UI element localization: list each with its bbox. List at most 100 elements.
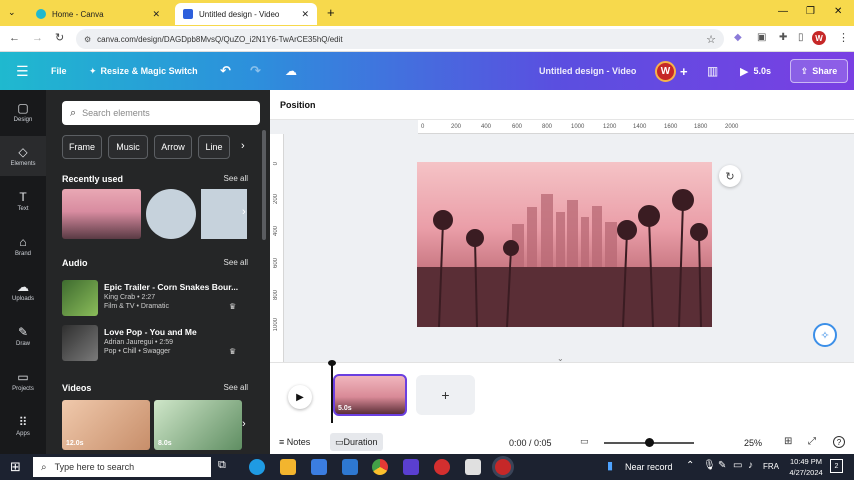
- video-thumbnail[interactable]: 8.0s: [154, 400, 242, 450]
- sidebar-icon[interactable]: ▯: [798, 32, 804, 43]
- tab-untitled-design[interactable]: Untitled design - Video ✕: [175, 3, 317, 25]
- panel-scrollbar[interactable]: [262, 130, 266, 240]
- share-button[interactable]: ⇪ Share: [790, 59, 848, 83]
- extensions-puzzle-icon[interactable]: ✚: [779, 32, 787, 43]
- tab-home-canva[interactable]: Home - Canva ✕: [28, 3, 168, 25]
- undo-icon[interactable]: ↶: [220, 52, 231, 90]
- add-collaborator-icon[interactable]: +: [680, 52, 688, 90]
- rail-item-brand[interactable]: ⌂ Brand: [0, 226, 46, 266]
- fit-timeline-icon[interactable]: ▭: [580, 436, 589, 447]
- taskbar-search-box[interactable]: ⌕ Type here to search: [33, 457, 211, 477]
- help-icon[interactable]: ?: [833, 436, 845, 448]
- extension-icon[interactable]: ◆: [734, 32, 742, 43]
- notifications-icon[interactable]: 2: [830, 459, 843, 473]
- clock-date[interactable]: 4/27/2024: [786, 468, 826, 477]
- audio-see-all[interactable]: See all: [224, 258, 248, 267]
- zoom-slider-knob[interactable]: [645, 438, 654, 447]
- recent-circle-shape[interactable]: [146, 189, 196, 239]
- restore-window-icon[interactable]: ❐: [806, 6, 815, 17]
- bookmark-star-icon[interactable]: ☆: [706, 33, 716, 46]
- back-icon[interactable]: ←: [9, 32, 20, 44]
- close-tab-icon[interactable]: ✕: [301, 9, 309, 20]
- rail-item-design[interactable]: ▢ Design: [0, 92, 46, 132]
- magic-assistant-icon[interactable]: ✧: [813, 323, 837, 347]
- play-preview-button[interactable]: ▶ 5.0s: [740, 52, 771, 90]
- tab-search-icon[interactable]: ⌄: [8, 7, 16, 18]
- volume-icon[interactable]: ♪: [748, 460, 753, 471]
- video-thumbnail[interactable]: 12.0s: [62, 400, 150, 450]
- language-indicator[interactable]: FRA: [763, 462, 779, 471]
- rail-item-apps[interactable]: ⠿ Apps: [0, 406, 46, 446]
- timeline-play-button[interactable]: ▶: [288, 385, 312, 409]
- add-page-button[interactable]: +: [416, 375, 475, 415]
- forward-icon[interactable]: →: [32, 32, 43, 44]
- chip-arrow[interactable]: Arrow: [154, 135, 192, 159]
- fullscreen-icon[interactable]: ⤢: [808, 436, 816, 447]
- search-elements-input[interactable]: ⌕ Search elements: [62, 101, 260, 125]
- design-canvas-image[interactable]: [417, 162, 712, 327]
- screenshot-extension-icon[interactable]: ▣: [757, 32, 766, 43]
- pen-icon[interactable]: ✎: [718, 460, 726, 471]
- videos-see-all[interactable]: See all: [224, 383, 248, 392]
- search-placeholder: Search elements: [82, 108, 150, 118]
- chip-frame[interactable]: Frame: [62, 135, 102, 159]
- insights-chart-icon[interactable]: ▥: [707, 52, 718, 90]
- rail-item-uploads[interactable]: ☁ Uploads: [0, 271, 46, 311]
- reload-icon[interactable]: ↻: [55, 31, 64, 44]
- calculator-icon[interactable]: [465, 459, 481, 475]
- playhead-handle[interactable]: [328, 360, 336, 366]
- edge-browser-icon[interactable]: [249, 459, 265, 475]
- media-app-icon[interactable]: [403, 459, 419, 475]
- main-menu-icon[interactable]: ☰: [16, 52, 29, 90]
- document-title[interactable]: Untitled design - Video: [539, 52, 636, 90]
- audio-track[interactable]: Love Pop - You and Me Adrian Jauregui • …: [62, 325, 242, 361]
- rail-item-elements[interactable]: ◇ Elements: [0, 136, 46, 176]
- microphone-icon[interactable]: 🎙: [703, 460, 716, 471]
- clock-time[interactable]: 10:49 PM: [786, 457, 826, 466]
- recent-next-icon[interactable]: ›: [242, 206, 246, 218]
- close-tab-icon[interactable]: ✕: [152, 9, 160, 20]
- network-icon[interactable]: ▭: [733, 460, 742, 471]
- audio-track[interactable]: Epic Trailer - Corn Snakes Bour... King …: [62, 280, 242, 316]
- new-tab-button[interactable]: +: [327, 5, 335, 20]
- tray-chevron-icon[interactable]: ⌃: [686, 460, 694, 471]
- rail-item-draw[interactable]: ✎ Draw: [0, 316, 46, 356]
- resize-magic-switch-button[interactable]: ✦ Resize & Magic Switch: [89, 52, 198, 90]
- zoom-percent[interactable]: 25%: [744, 438, 762, 448]
- windows-start-icon[interactable]: ⊞: [10, 459, 21, 475]
- chrome-profile-icon[interactable]: [495, 459, 511, 475]
- task-view-icon[interactable]: ⧉: [218, 459, 234, 475]
- position-button[interactable]: Position: [280, 100, 316, 110]
- grid-view-icon[interactable]: ⊞: [784, 436, 792, 447]
- recently-used-see-all[interactable]: See all: [224, 174, 248, 183]
- mail-icon[interactable]: [342, 459, 358, 475]
- rail-item-projects[interactable]: ▭ Projects: [0, 361, 46, 401]
- close-window-icon[interactable]: ✕: [834, 6, 842, 17]
- file-explorer-icon[interactable]: [280, 459, 296, 475]
- cloud-save-icon[interactable]: ☁: [285, 52, 297, 90]
- profile-avatar[interactable]: W: [812, 31, 826, 45]
- chip-music[interactable]: Music: [108, 135, 148, 159]
- url-bar[interactable]: ⚙ canva.com/design/DAGDpb8MvsQ/QuZO_i2N1…: [76, 29, 724, 49]
- store-icon[interactable]: [311, 459, 327, 475]
- weather-status[interactable]: Near record: [625, 462, 673, 472]
- recent-rectangle-shape[interactable]: [201, 189, 247, 239]
- collaborator-avatar[interactable]: W: [655, 61, 676, 82]
- chip-line[interactable]: Line: [198, 135, 230, 159]
- redo-icon[interactable]: ↷: [250, 52, 261, 90]
- recorder-app-icon[interactable]: [434, 459, 450, 475]
- chips-next-icon[interactable]: ›: [241, 140, 245, 152]
- timeline-clip[interactable]: 5.0s: [333, 374, 407, 416]
- notes-button[interactable]: ≡ Notes: [279, 437, 310, 447]
- browser-menu-icon[interactable]: ⋮: [838, 31, 849, 44]
- refresh-page-icon[interactable]: ↻: [719, 165, 741, 187]
- file-menu-button[interactable]: File: [51, 52, 67, 90]
- recent-city-photo[interactable]: [62, 189, 141, 239]
- site-info-icon[interactable]: ⚙: [84, 35, 91, 44]
- minimize-window-icon[interactable]: —: [778, 6, 788, 17]
- videos-next-icon[interactable]: ›: [242, 418, 246, 430]
- video-favicon-icon: [183, 9, 193, 19]
- rail-item-text[interactable]: T Text: [0, 181, 46, 221]
- chrome-browser-icon[interactable]: [372, 459, 388, 475]
- duration-button[interactable]: ▭ Duration: [330, 433, 383, 451]
